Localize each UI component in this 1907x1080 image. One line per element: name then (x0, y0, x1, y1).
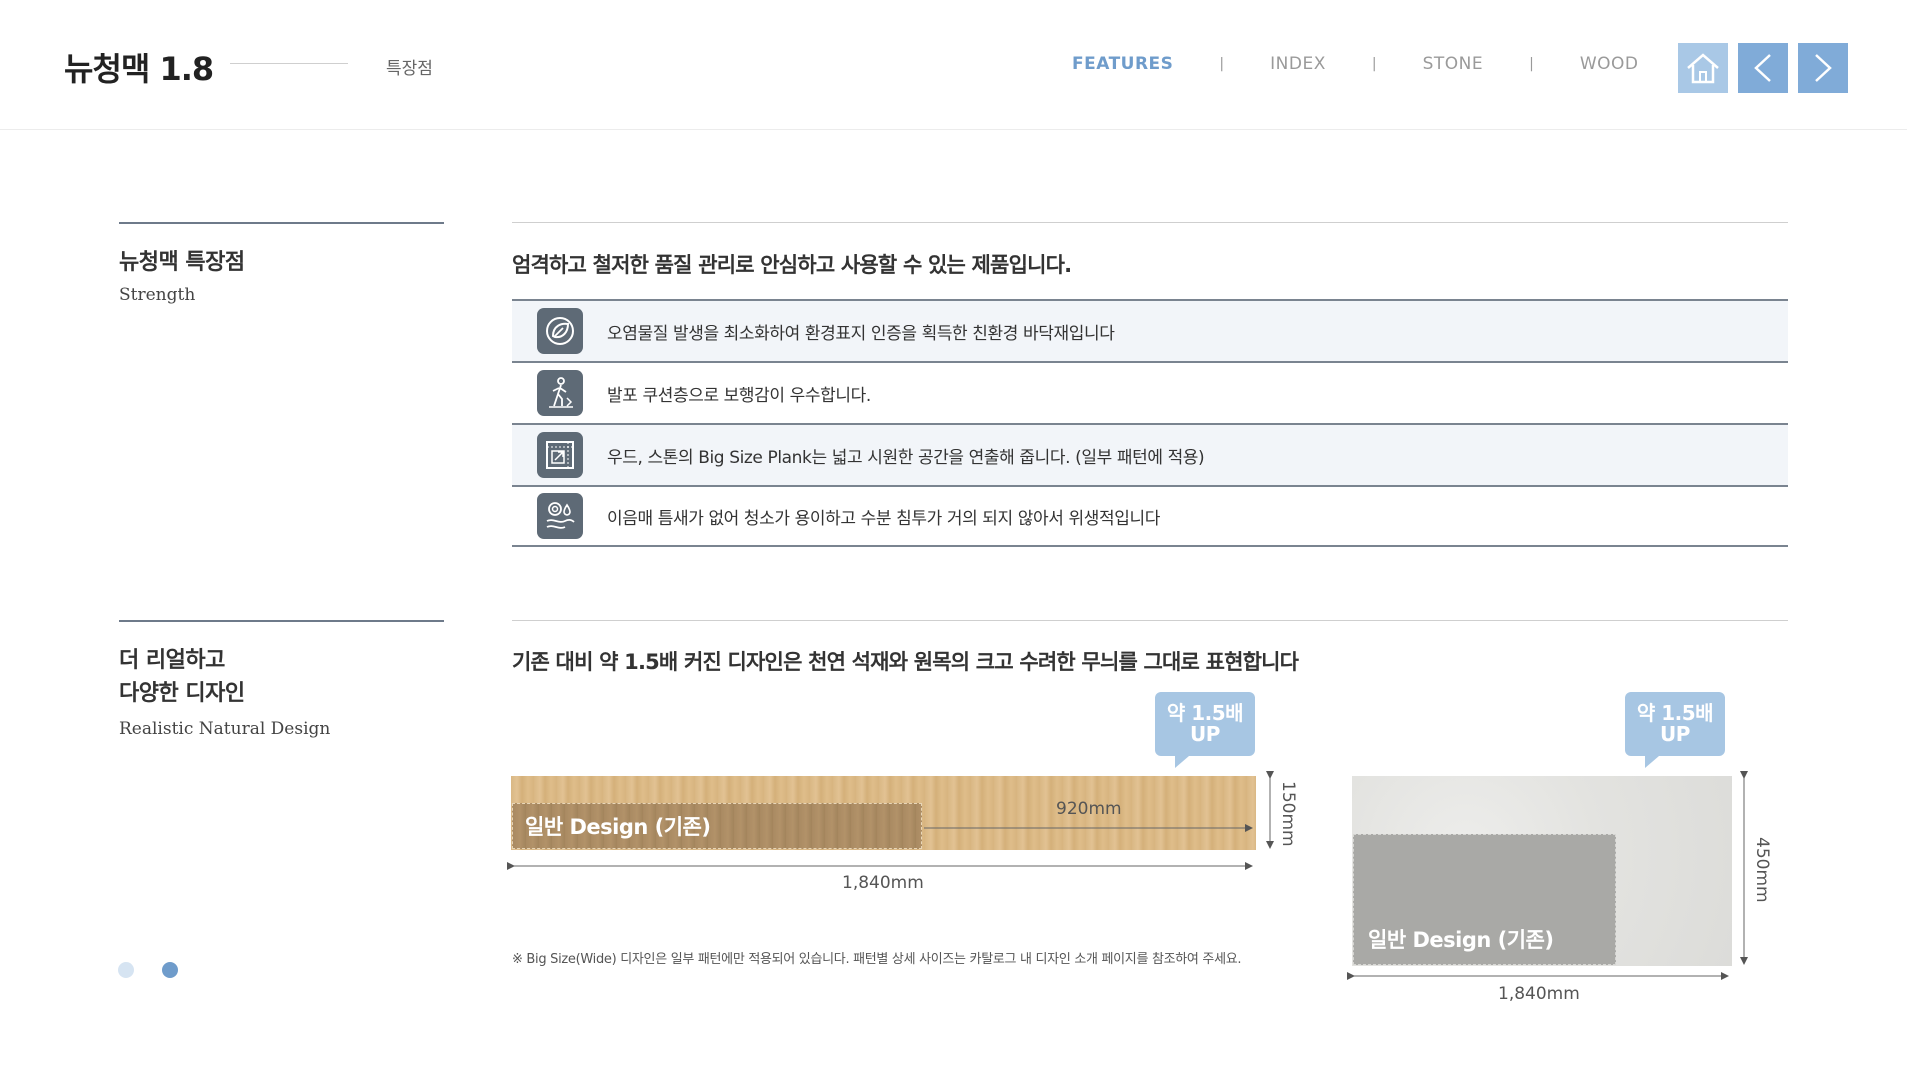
feature-text: 발포 쿠션층으로 보행감이 우수합니다. (607, 385, 871, 406)
chevron-right-icon (1815, 54, 1832, 82)
nav-separator: | (1219, 56, 1225, 72)
water-drop-icon (537, 493, 583, 539)
nav-wood[interactable]: WOOD (1580, 54, 1639, 74)
strength-heading: 엄격하고 철저한 품질 관리로 안심하고 사용할 수 있는 제품입니다. (512, 253, 1072, 277)
top-nav: FEATURES | INDEX | STONE | WOOD (1072, 54, 1638, 74)
section-rule (512, 620, 1788, 621)
design-heading: 기존 대비 약 1.5배 커진 디자인은 천연 석재와 원목의 크고 수려한 무… (512, 650, 1299, 674)
section-rule (119, 222, 444, 224)
brand-divider (230, 63, 348, 64)
section-title-design: 더 리얼하고 다양한 디자인 (119, 644, 245, 710)
badge-text: 약 1.5배 (1166, 701, 1244, 725)
feature-item: 우드, 스톤의 Big Size Plank는 넓고 시원한 공간을 연출해 줍… (512, 423, 1788, 485)
wood-width: 150mm (1278, 781, 1298, 847)
nav-features[interactable]: FEATURES (1072, 54, 1173, 74)
stone-size-badge: 약 1.5배 UP (1625, 692, 1725, 768)
chevron-left-icon (1754, 54, 1771, 82)
feature-item: 발포 쿠션층으로 보행감이 우수합니다. (512, 361, 1788, 423)
wood-size-badge: 약 1.5배 UP (1155, 692, 1255, 768)
breadcrumb: 특장점 (386, 59, 433, 79)
wood-length: 1,840mm (842, 873, 924, 893)
section-title-strength: 뉴청맥 특장점 (119, 250, 245, 275)
badge-text: UP (1660, 722, 1690, 746)
stone-standard-label: 일반 Design (기존) (1368, 928, 1554, 952)
feature-text: 이음매 틈새가 없어 청소가 용이하고 수분 침투가 거의 되지 않아서 위생적… (607, 508, 1160, 529)
section-subtitle-design: Realistic Natural Design (119, 719, 331, 739)
section-rule (512, 222, 1788, 223)
stone-length: 1,840mm (1498, 984, 1580, 1004)
feature-list: 오염물질 발생을 최소화하여 환경표지 인증을 획득한 친환경 바닥재입니다 발… (512, 299, 1788, 547)
section-subtitle-strength: Strength (119, 285, 196, 305)
leaf-icon (537, 308, 583, 354)
nav-index[interactable]: INDEX (1270, 54, 1326, 74)
page-dot-1[interactable] (118, 962, 134, 978)
section-title-line: 더 리얼하고 (119, 648, 225, 673)
feature-text: 오염물질 발생을 최소화하여 환경표지 인증을 획득한 친환경 바닥재입니다 (607, 323, 1115, 344)
brand-title: 뉴청맥 1.8 (64, 50, 214, 88)
size-footnote: ※ Big Size(Wide) 디자인은 일부 패턴에만 적용되어 있습니다.… (512, 952, 1242, 967)
page-dot-2[interactable] (162, 962, 178, 978)
next-button[interactable] (1798, 43, 1848, 93)
wood-inner-length: 920mm (1056, 799, 1122, 819)
section-title-line: 다양한 디자인 (119, 681, 245, 706)
badge-text: 약 1.5배 (1636, 701, 1714, 725)
stone-width: 450mm (1752, 837, 1772, 903)
pagination (118, 962, 206, 978)
prev-button[interactable] (1738, 43, 1788, 93)
feature-text: 우드, 스톤의 Big Size Plank는 넓고 시원한 공간을 연출해 줍… (607, 447, 1205, 468)
nav-stone[interactable]: STONE (1423, 54, 1484, 74)
nav-separator: | (1529, 56, 1534, 72)
home-button[interactable] (1678, 43, 1728, 93)
walking-person-icon (537, 370, 583, 416)
feature-item: 오염물질 발생을 최소화하여 환경표지 인증을 획득한 친환경 바닥재입니다 (512, 299, 1788, 361)
expand-area-icon (537, 432, 583, 478)
nav-separator: | (1371, 56, 1377, 72)
wood-standard-label: 일반 Design (기존) (525, 815, 711, 839)
badge-text: UP (1190, 722, 1220, 746)
header: 뉴청맥 1.8 특장점 FEATURES | INDEX | STONE | W… (0, 0, 1907, 130)
feature-item: 이음매 틈새가 없어 청소가 용이하고 수분 침투가 거의 되지 않아서 위생적… (512, 485, 1788, 547)
home-icon (1687, 53, 1719, 84)
section-rule (119, 620, 444, 622)
